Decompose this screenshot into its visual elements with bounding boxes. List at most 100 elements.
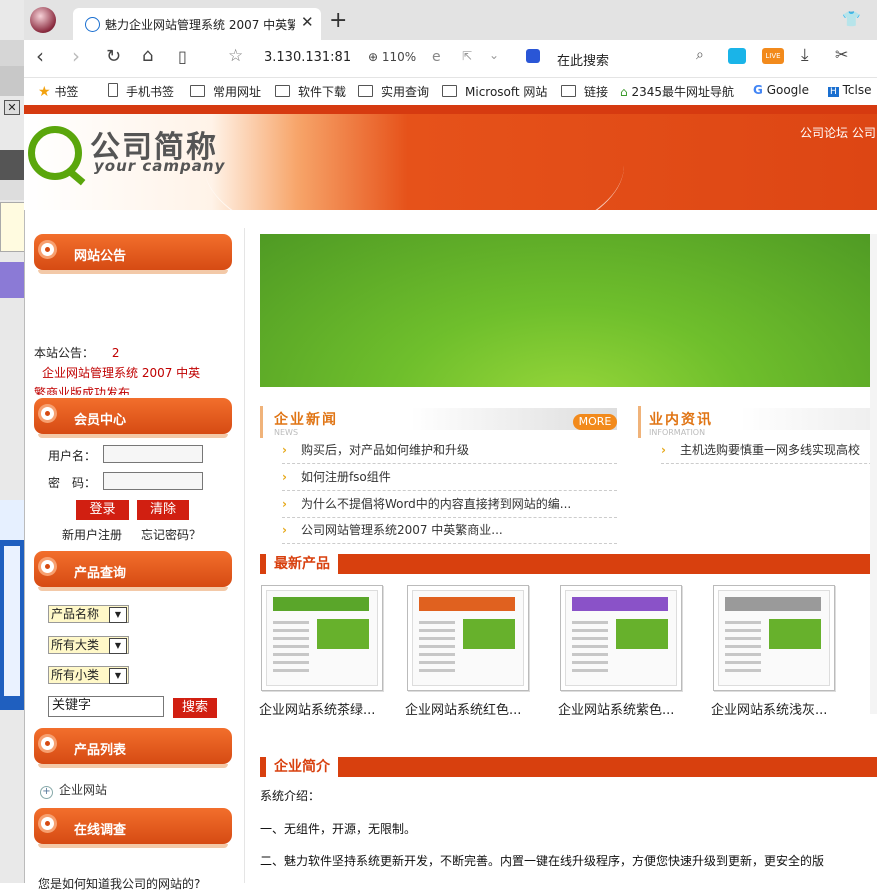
news-subtitle: NEWS xyxy=(274,428,299,437)
bookmark-microsoft[interactable]: Microsoft 网站 xyxy=(442,83,547,100)
new-tab-button[interactable]: + xyxy=(329,8,347,33)
tab-close-icon[interactable]: ✕ xyxy=(301,13,314,31)
thumb-line xyxy=(273,629,309,632)
register-link[interactable]: 新用户注册 xyxy=(62,526,122,543)
keyword-input[interactable]: 关键字 xyxy=(48,696,164,717)
more-button[interactable]: MORE xyxy=(573,414,617,430)
ie-icon[interactable]: e xyxy=(432,49,441,65)
notice-link-2[interactable]: 繁商业版成功发布 xyxy=(34,384,130,395)
product-thumbnail[interactable] xyxy=(261,585,383,691)
thumb-banner xyxy=(463,619,515,649)
thumb-banner xyxy=(769,619,821,649)
search-icon[interactable]: ⌕ xyxy=(696,47,704,63)
intro-paragraph: 系统介绍： xyxy=(260,789,321,803)
video-icon[interactable] xyxy=(728,48,746,64)
chevron-down-icon[interactable]: ⌄ xyxy=(489,48,499,62)
product-thumbnail[interactable] xyxy=(407,585,529,691)
notice-line: 本站公告： 2 xyxy=(34,346,120,360)
bookmark-mobile[interactable]: 手机书签 xyxy=(108,83,174,100)
bullet-icon xyxy=(41,817,54,830)
address-bar[interactable]: 3.130.131:81 xyxy=(264,50,351,65)
industry-title: 业内资讯 xyxy=(649,412,713,428)
product-caption[interactable]: 企业网站系统红色... xyxy=(405,699,521,718)
thumb-line xyxy=(725,661,761,664)
thumb-line xyxy=(273,645,309,648)
bookmark-query[interactable]: 实用查询 xyxy=(358,83,429,100)
folder-icon xyxy=(275,85,290,97)
thumb-line xyxy=(725,645,761,648)
product-list-item[interactable]: + 企业网站 xyxy=(40,781,107,799)
search-box[interactable]: 在此搜索 xyxy=(557,50,609,69)
industry-item[interactable]: 主机选购要慎重一网多线实现高校 xyxy=(661,441,877,458)
password-field[interactable] xyxy=(103,472,203,490)
bookmark-tcl[interactable]: H Tclse xyxy=(828,83,871,97)
chevron-down-icon: ▼ xyxy=(109,668,127,684)
product-caption[interactable]: 企业网站系统浅灰... xyxy=(711,699,827,718)
bullet-icon xyxy=(41,243,54,256)
news-item[interactable]: 如何注册fso组件 xyxy=(282,468,391,485)
products-title: 最新产品 xyxy=(260,554,338,574)
reader-icon[interactable]: ▯ xyxy=(178,47,187,66)
page-edge xyxy=(870,234,877,714)
back-icon[interactable]: ‹ xyxy=(36,44,44,68)
news-item[interactable]: 公司网站管理系统2007 中英繁商业... xyxy=(282,521,503,538)
product-thumbnail[interactable] xyxy=(560,585,682,691)
refresh-icon[interactable]: ↻ xyxy=(106,46,121,67)
thumb-line xyxy=(419,629,455,632)
bookmark-links[interactable]: 链接 xyxy=(561,83,608,100)
product-caption[interactable]: 企业网站系统茶绿... xyxy=(259,699,375,718)
product-field-select[interactable]: 产品名称 ▼ xyxy=(48,605,129,623)
clear-button[interactable]: 清除 xyxy=(137,500,189,520)
products-header: 最新产品 xyxy=(260,554,877,574)
bookmark-google[interactable]: G Google xyxy=(753,83,809,97)
notice-link[interactable]: 企业网站管理系统 2007 中英 xyxy=(42,364,200,381)
download-icon[interactable]: ⤓ xyxy=(801,45,809,65)
product-list-title: 产品列表 xyxy=(74,743,127,758)
forward-icon[interactable]: › xyxy=(72,44,80,68)
top-links[interactable]: 公司论坛 公司 xyxy=(800,124,876,141)
login-button[interactable]: 登录 xyxy=(76,500,129,520)
thumb-line xyxy=(725,629,761,632)
product-image xyxy=(412,590,524,686)
subcategory-select[interactable]: 所有小类 ▼ xyxy=(48,666,129,684)
bookmark-2345[interactable]: ⌂ 2345最牛网址导航 xyxy=(620,83,740,100)
notice-header: 网站公告 xyxy=(34,234,232,274)
thumb-line xyxy=(273,669,309,672)
product-caption[interactable]: 企业网站系统紫色... xyxy=(558,699,674,718)
search-button[interactable]: 搜索 xyxy=(173,698,217,718)
column-divider xyxy=(244,228,245,883)
profile-avatar[interactable] xyxy=(30,7,56,33)
category-select[interactable]: 所有大类 ▼ xyxy=(48,636,129,654)
thumb-line xyxy=(419,669,455,672)
home-icon[interactable]: ⌂ xyxy=(142,45,153,66)
bookmark-common[interactable]: 常用网址 xyxy=(190,83,261,100)
skin-icon[interactable]: 👕 xyxy=(842,10,861,28)
divider xyxy=(282,490,617,492)
password-label: 密 码： xyxy=(48,476,97,490)
share-icon[interactable]: ⇱ xyxy=(462,49,472,63)
intro-header: 企业简介 xyxy=(260,757,877,777)
news-header: 企业新闻 NEWS xyxy=(274,408,617,437)
bullet-icon xyxy=(41,737,54,750)
username-field[interactable] xyxy=(103,445,203,463)
live-icon[interactable]: LIVE xyxy=(762,48,784,64)
thumb-line xyxy=(419,653,455,656)
thumb-line xyxy=(572,637,608,640)
forgot-password-link[interactable]: 忘记密码？ xyxy=(141,526,201,543)
star-icon[interactable]: ☆ xyxy=(228,46,243,66)
news-item[interactable]: 为什么不提倡将Word中的内容直接拷到网站的编... xyxy=(282,495,571,512)
news-item[interactable]: 购买后，对产品如何维护和升级 xyxy=(282,441,469,458)
thumb-line xyxy=(725,669,761,672)
tab-title: 魅力企业网站管理系统 2007 中英繁 xyxy=(105,18,295,32)
product-thumbnail[interactable] xyxy=(713,585,835,691)
thumb-header xyxy=(572,597,668,611)
bookmark-software[interactable]: 软件下载 xyxy=(275,83,346,100)
thumb-line xyxy=(572,661,608,664)
thumb-line xyxy=(572,645,608,648)
scissors-icon[interactable]: ✂ xyxy=(835,45,848,64)
paw-icon[interactable] xyxy=(526,49,540,63)
bookmark-star[interactable]: ★ 书签 xyxy=(38,83,78,100)
zoom-level[interactable]: ⊕ 110% xyxy=(368,50,416,64)
close-icon[interactable]: ✕ xyxy=(4,100,20,115)
tab-active[interactable]: 魅力企业网站管理系统 2007 中英繁 ✕ xyxy=(73,8,321,40)
